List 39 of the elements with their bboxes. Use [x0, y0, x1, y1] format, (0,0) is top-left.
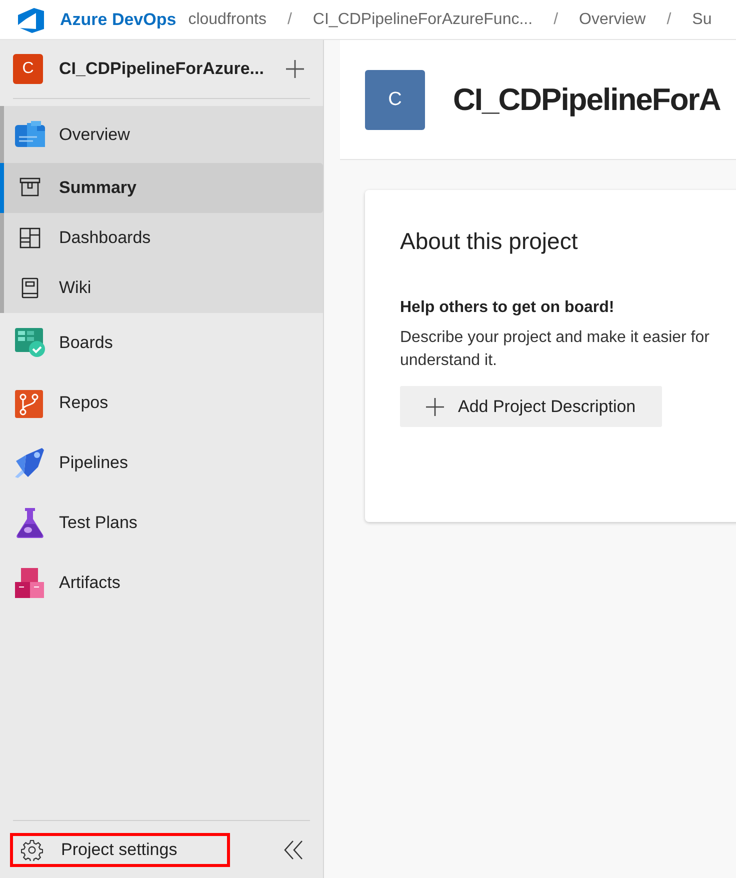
nav-item[interactable]: Repos	[0, 373, 323, 433]
settings-icon	[21, 838, 43, 860]
breadcrumb-separator: /	[554, 10, 558, 28]
dashboard-icon	[19, 227, 41, 249]
project-name[interactable]: CI_CDPipelineForAzure...	[59, 59, 285, 79]
breadcrumb-link[interactable]: CI_CDPipelineForAzureFunc...	[312, 10, 533, 28]
logo-icon	[16, 6, 46, 32]
brand-link[interactable]: Azure DevOps	[60, 10, 176, 30]
breadcrumb-separator: /	[287, 10, 292, 28]
project-settings-link[interactable]: Project settings	[10, 832, 230, 866]
breadcrumb-link[interactable]: cloudfronts	[188, 10, 266, 28]
nav-item[interactable]: Pipelines	[0, 433, 323, 493]
breadcrumb-link[interactable]: Su	[692, 10, 712, 28]
card-subtitle: Help others to get on board!	[400, 299, 616, 317]
plus-icon	[285, 59, 305, 79]
boxes-icon	[14, 567, 46, 599]
card-description: Describe your project and make it easier for understand it.	[400, 328, 710, 371]
nav-item[interactable]: Wiki	[4, 263, 323, 313]
rocket-icon	[14, 447, 46, 479]
nav-item[interactable]: Overview	[4, 106, 323, 163]
nav-item[interactable]: Boards	[0, 313, 323, 373]
nav-item[interactable]: Test Plans	[0, 493, 323, 553]
card-title: About this project	[400, 228, 579, 255]
nav-item[interactable]: Artifacts	[0, 553, 323, 613]
boards-icon	[14, 327, 46, 359]
nav-item[interactable]: Dashboards	[4, 213, 323, 263]
flask-icon	[14, 507, 46, 539]
project-avatar: C	[13, 54, 43, 84]
project-avatar: C	[365, 70, 425, 130]
nav-item[interactable]: Summary	[0, 163, 323, 213]
book-icon	[19, 277, 41, 299]
branch-icon	[14, 387, 46, 419]
project-title: CI_CDPipelineForA	[453, 82, 720, 118]
add-description-button[interactable]: Add Project Description	[400, 386, 662, 427]
plus-icon	[425, 396, 445, 416]
archive-icon	[19, 177, 41, 199]
collapse-icon	[283, 838, 305, 860]
breadcrumb-link[interactable]: Overview	[579, 10, 646, 28]
breadcrumb-separator: /	[666, 10, 672, 28]
